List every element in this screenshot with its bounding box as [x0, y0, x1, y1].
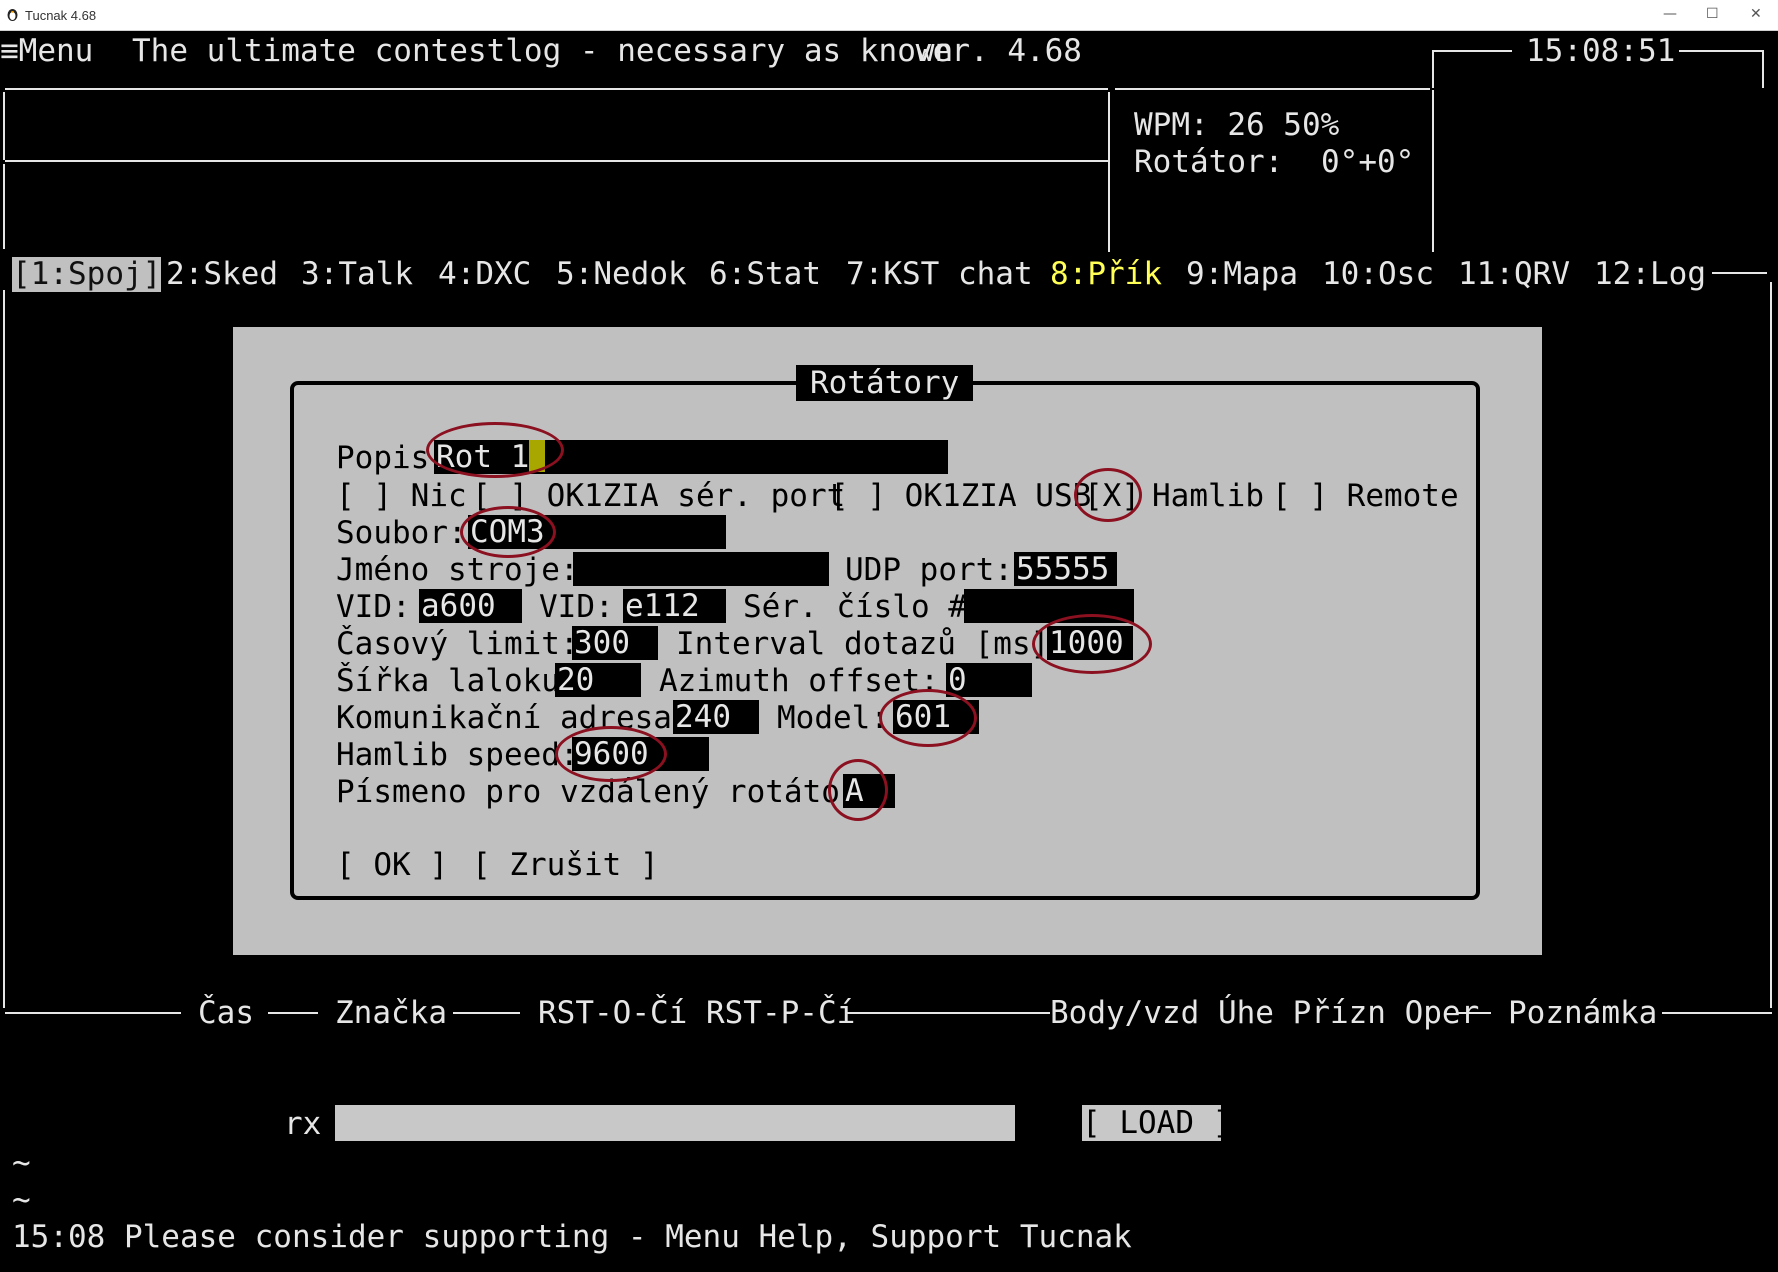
type-remote-radio[interactable]: [ ] Remote — [1272, 481, 1459, 512]
rx-label: rx — [284, 1106, 322, 1142]
minimize-icon[interactable]: — — [1663, 6, 1677, 22]
frame-line — [1458, 1012, 1491, 1014]
comm-address-input[interactable]: 240 — [673, 700, 759, 734]
app-tagline: The ultimate contestlog - necessary as k… — [132, 33, 954, 69]
frame-line — [268, 1012, 318, 1014]
frame-line — [1662, 1012, 1772, 1014]
tab-nedok[interactable]: 5:Nedok — [556, 259, 687, 290]
model-label: Model: — [777, 700, 889, 736]
window-title: Tucnak 4.68 — [25, 8, 97, 23]
frame-line — [1679, 50, 1764, 52]
tab-sked[interactable]: 2:Sked — [166, 259, 278, 290]
load-button[interactable]: [ LOAD ] — [1082, 1105, 1231, 1141]
frame-line — [1432, 50, 1512, 52]
vid-input[interactable]: a600 — [419, 589, 522, 623]
annotation-circle — [1032, 614, 1152, 674]
tab-stat[interactable]: 6:Stat — [709, 259, 821, 290]
menu-button[interactable]: ≡Menu — [0, 36, 93, 67]
clock: 15:08:51 — [1526, 33, 1676, 69]
tab-dxc[interactable]: 4:DXC — [438, 259, 531, 290]
annotation-circle — [879, 689, 977, 747]
vid2-label: VID: — [539, 589, 614, 625]
soubor-label: Soubor: — [336, 515, 467, 551]
dialog-title: Rotátory — [796, 365, 974, 401]
ok-button[interactable]: [ OK ] — [336, 850, 448, 881]
tab-log[interactable]: 12:Log — [1594, 259, 1706, 290]
tab-qrv[interactable]: 11:QRV — [1458, 259, 1570, 290]
jmeno-label: Jméno stroje: — [336, 552, 579, 588]
frame-line — [1762, 50, 1764, 88]
azimuth-offset-label: Azimuth offset: — [659, 663, 939, 699]
jmeno-input[interactable] — [573, 552, 829, 586]
popis-label: Popis — [336, 440, 430, 476]
console-tilde: ~ — [12, 1145, 31, 1181]
tab-mapa[interactable]: 9:Mapa — [1186, 259, 1298, 290]
frame-line — [3, 290, 5, 1008]
frame-line — [5, 160, 1108, 162]
annotation-circle — [1074, 468, 1142, 522]
rotator-value: 0°+0° — [1321, 144, 1415, 180]
tab-talk[interactable]: 3:Talk — [301, 259, 413, 290]
type-nic-radio[interactable]: [ ] Nic — [336, 481, 467, 512]
penguin-app-icon — [7, 9, 18, 21]
annotation-circle — [828, 759, 888, 821]
frame-line — [5, 88, 1108, 90]
frame-line — [1115, 88, 1430, 90]
window-titlebar: Tucnak 4.68 — ☐ ✕ — [0, 0, 1778, 31]
udp-label: UDP port: — [845, 552, 1013, 588]
frame-line — [3, 164, 5, 249]
column-poznamka: Poznámka — [1508, 995, 1658, 1031]
annotation-circle — [460, 506, 556, 558]
type-ok1zia-usb-radio[interactable]: [ ] OK1ZIA USB — [830, 481, 1091, 512]
type-hamlib-label: Hamlib — [1152, 478, 1264, 514]
frame-line — [1712, 272, 1767, 274]
frame-line — [3, 92, 5, 160]
rx-input[interactable] — [335, 1105, 1015, 1141]
frame-line — [1770, 282, 1772, 1008]
hamlib-speed-label: Hamlib speed: — [336, 737, 579, 773]
rotator-label: Rotátor: — [1134, 144, 1284, 180]
frame-line — [845, 1012, 1050, 1014]
timeout-input[interactable]: 300 — [572, 626, 658, 660]
column-rst: RST-O-Čí RST-P-Čí — [538, 995, 856, 1031]
annotation-circle — [426, 422, 564, 478]
frame-line — [1108, 92, 1110, 252]
console-tilde: ~ — [12, 1182, 31, 1218]
app-version: ver. 4.68 — [914, 33, 1082, 69]
udp-input[interactable]: 55555 — [1014, 552, 1117, 586]
beamwidth-label: Šířka laloku — [336, 663, 560, 699]
wpm-readout: WPM: 26 50% — [1134, 107, 1340, 143]
beamwidth-input[interactable]: 20 — [555, 663, 641, 697]
tab-prik[interactable]: 8:Přík — [1050, 259, 1162, 290]
frame-line — [1432, 50, 1434, 88]
cancel-button[interactable]: [ Zrušit ] — [472, 850, 659, 881]
column-body-uhel-prizn-oper: Body/vzd Úhe Přízn Oper — [1050, 995, 1480, 1031]
frame-line — [1432, 90, 1434, 252]
tab-spoj[interactable]: [1:Spoj] — [12, 257, 162, 292]
timeout-label: Časový limit: — [336, 626, 579, 662]
console-message: 15:08 Please consider supporting - Menu … — [12, 1219, 1132, 1255]
tab-kst-chat[interactable]: 7:KST chat — [846, 259, 1033, 290]
annotation-circle — [555, 726, 667, 782]
column-cas: Čas — [198, 995, 254, 1031]
frame-line — [5, 1012, 181, 1014]
serial-label: Sér. číslo # — [743, 589, 967, 625]
close-icon[interactable]: ✕ — [1750, 6, 1762, 22]
azimuth-offset-input[interactable]: 0 — [946, 663, 1032, 697]
column-znacka: Značka — [335, 995, 447, 1031]
maximize-icon[interactable]: ☐ — [1706, 6, 1719, 22]
interval-label: Interval dotazů [ms]: — [676, 626, 1068, 662]
vid2-input[interactable]: e112 — [623, 589, 726, 623]
frame-line — [453, 1012, 520, 1014]
tab-osc[interactable]: 10:Osc — [1322, 259, 1434, 290]
type-ok1zia-serial-radio[interactable]: [ ] OK1ZIA sér. port — [472, 481, 845, 512]
vid-label: VID: — [336, 589, 411, 625]
